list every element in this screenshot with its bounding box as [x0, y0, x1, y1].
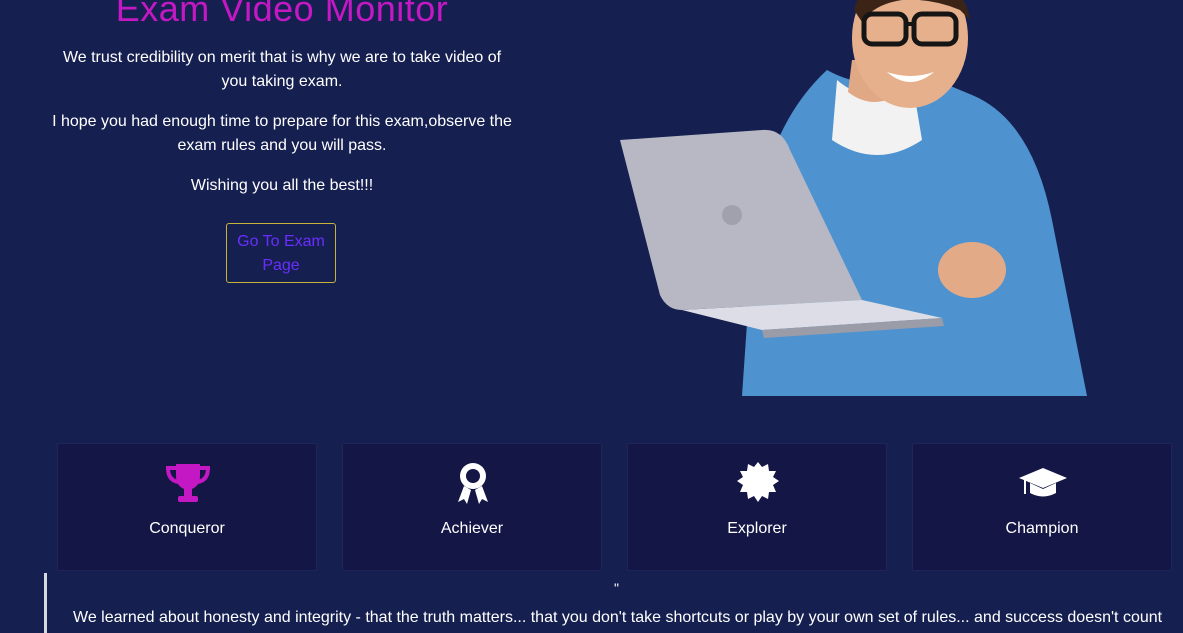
graduation-cap-icon	[1019, 468, 1067, 497]
card-explorer[interactable]: Explorer	[627, 443, 887, 571]
card-label-champion: Champion	[1005, 520, 1079, 537]
card-conqueror[interactable]: Conqueror	[57, 443, 317, 571]
card-label-conqueror: Conqueror	[149, 520, 225, 537]
card-label-achiever: Achiever	[440, 520, 504, 537]
certificate-badge-icon	[737, 462, 779, 502]
testimonial-quote: " We learned about honesty and integrity…	[44, 573, 1183, 633]
card-achiever[interactable]: Achiever	[342, 443, 602, 571]
trophy-icon	[165, 464, 211, 502]
hero-section: Exam Video Monitor We trust credibility …	[0, 0, 1183, 420]
card-champion[interactable]: Champion	[912, 443, 1172, 571]
page-title: Exam Video Monitor	[115, 0, 449, 29]
hero-paragraph-merit: We trust credibility on merit that is wh…	[62, 49, 502, 90]
award-ribbon-icon	[458, 463, 488, 504]
hero-paragraph-prepare: I hope you had enough time to prepare fo…	[52, 113, 512, 154]
quote-text: We learned about honesty and integrity -…	[73, 609, 1163, 626]
card-label-explorer: Explorer	[727, 520, 787, 537]
go-to-exam-button[interactable]: Go To Exam Page	[226, 223, 336, 283]
hero-paragraph-wishes: Wishing you all the best!!!	[190, 177, 374, 194]
student-with-laptop-image	[620, 0, 1087, 396]
quote-mark: "	[614, 580, 619, 596]
